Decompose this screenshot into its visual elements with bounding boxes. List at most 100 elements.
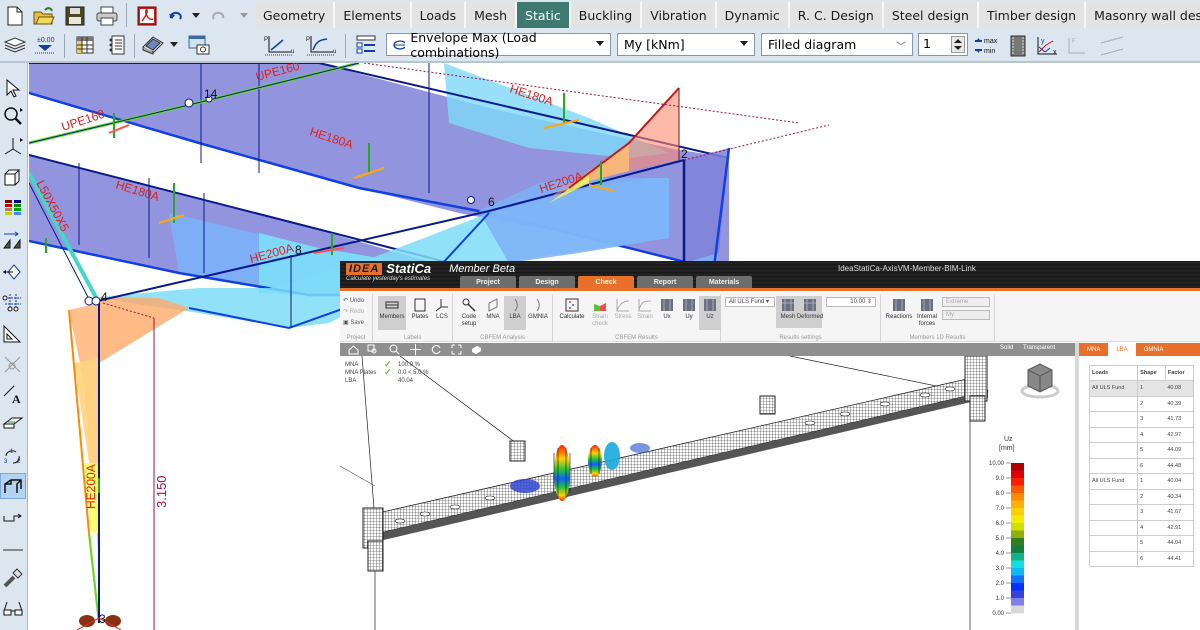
- table-row[interactable]: 3 41.67: [1088, 504, 1195, 521]
- tab-lba[interactable]: LBA: [1108, 343, 1136, 356]
- solid-view-button[interactable]: Solid: [1000, 345, 1013, 351]
- table-browser-icon[interactable]: [72, 32, 98, 58]
- nonlinear-analysis-icon[interactable]: Pu: [305, 32, 339, 58]
- zoom-icon[interactable]: [389, 344, 400, 355]
- tab-dynamic[interactable]: Dynamic: [716, 2, 790, 28]
- deformation-scale-input[interactable]: 10.00 ⇕: [826, 297, 876, 307]
- tab-gmnia[interactable]: GMNIA: [1136, 343, 1172, 356]
- intersect-icon[interactable]: [0, 351, 26, 377]
- new-file-icon[interactable]: [2, 3, 28, 29]
- uz-button[interactable]: Uz: [699, 296, 721, 330]
- members-button[interactable]: Members: [378, 296, 406, 330]
- redo-dropdown-icon[interactable]: [238, 3, 250, 29]
- stress-button[interactable]: Stress: [612, 296, 634, 330]
- book-icon[interactable]: [140, 32, 166, 58]
- diagram-xy-icon[interactable]: yx: [1034, 33, 1060, 59]
- idea-tab-design[interactable]: Design: [519, 276, 575, 288]
- level-elevation-icon[interactable]: ±0.00: [32, 32, 58, 58]
- load-combination-select[interactable]: All ULS Fund ▾: [725, 297, 775, 307]
- idea-tab-project[interactable]: Project: [460, 276, 516, 288]
- transparent-view-button[interactable]: Transparent: [1023, 345, 1055, 351]
- rotate-icon[interactable]: [431, 344, 442, 355]
- table-row[interactable]: 2 40.39: [1088, 395, 1195, 412]
- perspective-box-icon[interactable]: [0, 164, 26, 190]
- color-palette-icon[interactable]: [0, 195, 26, 221]
- node-move-icon[interactable]: [0, 259, 26, 285]
- display-mode-dropdown[interactable]: Filled diagram ﹀: [761, 33, 913, 56]
- print-icon[interactable]: [94, 3, 120, 29]
- tab-static[interactable]: Static: [517, 2, 571, 28]
- idea-tab-materials[interactable]: Materials: [696, 276, 752, 288]
- code-setup-button[interactable]: Code setup: [458, 296, 480, 330]
- grid-icon[interactable]: [0, 289, 26, 315]
- zoom-window-icon[interactable]: [367, 344, 378, 355]
- screenshot-window-icon[interactable]: [186, 32, 212, 58]
- zoom-icon[interactable]: [0, 103, 26, 129]
- pdf-icon[interactable]: [134, 3, 160, 29]
- tab-elements[interactable]: Elements: [335, 2, 412, 28]
- table-row[interactable]: 2 40.34: [1088, 488, 1195, 505]
- table-row[interactable]: 6 44.48: [1088, 457, 1195, 474]
- table-row[interactable]: 5 44.04: [1088, 535, 1195, 552]
- tab-vibration[interactable]: Vibration: [642, 2, 717, 28]
- internal-force-component-select[interactable]: My: [942, 310, 990, 320]
- geometry-triangle-icon[interactable]: [0, 321, 26, 347]
- animation-film-icon[interactable]: [1005, 33, 1031, 59]
- uy-button[interactable]: Uy: [678, 296, 700, 330]
- plates-button[interactable]: Plates: [409, 296, 431, 330]
- glasses-icon[interactable]: [0, 595, 26, 621]
- mna-button[interactable]: MNA: [482, 296, 504, 330]
- redo-icon[interactable]: [210, 3, 226, 29]
- tab-mna[interactable]: MNA: [1079, 343, 1108, 356]
- layers-icon[interactable]: [2, 32, 28, 58]
- tab-masonry-wall-design[interactable]: Masonry wall design: [1086, 2, 1200, 28]
- strain-check-button[interactable]: Strain check: [589, 296, 611, 330]
- section-line-icon[interactable]: [1098, 33, 1126, 59]
- view-cube-icon[interactable]: [471, 344, 482, 355]
- strain-button[interactable]: Strain: [634, 296, 656, 330]
- gmnia-button[interactable]: GMNIA: [527, 296, 549, 330]
- max-min-icon[interactable]: max min: [974, 33, 998, 59]
- book-dropdown-icon[interactable]: [168, 32, 180, 58]
- save-button[interactable]: ▣ Save: [343, 319, 364, 326]
- idea-tab-check[interactable]: Check: [578, 276, 634, 288]
- reactions-button[interactable]: Reactions: [885, 296, 913, 330]
- frame-display-icon[interactable]: [0, 473, 26, 499]
- select-arrow-icon[interactable]: [0, 75, 26, 101]
- table-row[interactable]: 6 44.41: [1088, 550, 1195, 567]
- idea-3d-view[interactable]: MNA ✓ 100.0 % MNA Plates ✓ 0.0 < 5.0 % L…: [340, 356, 1075, 630]
- extreme-select[interactable]: Extreme: [942, 297, 990, 307]
- calculate-button[interactable]: Calculate: [557, 296, 587, 330]
- tab-loads[interactable]: Loads: [411, 2, 467, 28]
- tab-steel-design[interactable]: Steel design: [883, 2, 979, 28]
- lba-button[interactable]: LBA: [504, 296, 526, 330]
- result-component-dropdown[interactable]: My [kNm]: [617, 33, 755, 56]
- ux-button[interactable]: Ux: [656, 296, 678, 330]
- tab-mesh[interactable]: Mesh: [466, 2, 518, 28]
- home-icon[interactable]: [348, 344, 359, 355]
- redo-button[interactable]: ↷ Redo: [343, 308, 364, 315]
- table-row[interactable]: All ULS Fund 1 40.08: [1088, 380, 1195, 397]
- lcs-button[interactable]: LCS: [431, 296, 453, 330]
- report-icon[interactable]: [104, 32, 130, 58]
- idea-tab-report[interactable]: Report: [637, 276, 693, 288]
- table-row[interactable]: 5 44.09: [1088, 442, 1195, 459]
- undo-icon[interactable]: [168, 3, 184, 29]
- mode-number-stepper[interactable]: 1: [918, 33, 968, 56]
- table-row[interactable]: 4 42.91: [1088, 519, 1195, 536]
- tab-geometry[interactable]: Geometry: [255, 2, 336, 28]
- fit-view-icon[interactable]: [451, 344, 462, 355]
- tab-buckling[interactable]: Buckling: [570, 2, 643, 28]
- undo-button[interactable]: ↶ Undo: [343, 297, 364, 304]
- tab-timber-design[interactable]: Timber design: [978, 2, 1087, 28]
- undo-dropdown-icon[interactable]: [190, 3, 202, 29]
- flashlight-icon[interactable]: [0, 565, 26, 591]
- tab-rc-design[interactable]: R. C. Design: [789, 2, 884, 28]
- table-row[interactable]: 3 41.73: [1088, 411, 1195, 428]
- load-case-dropdown[interactable]: Envelope Max (Load combinations): [386, 30, 611, 60]
- save-icon[interactable]: [62, 3, 88, 29]
- text-label-icon[interactable]: A: [0, 381, 26, 407]
- mesh-button[interactable]: Mesh: [777, 296, 799, 330]
- open-folder-icon[interactable]: [31, 3, 57, 29]
- pan-icon[interactable]: [410, 344, 421, 355]
